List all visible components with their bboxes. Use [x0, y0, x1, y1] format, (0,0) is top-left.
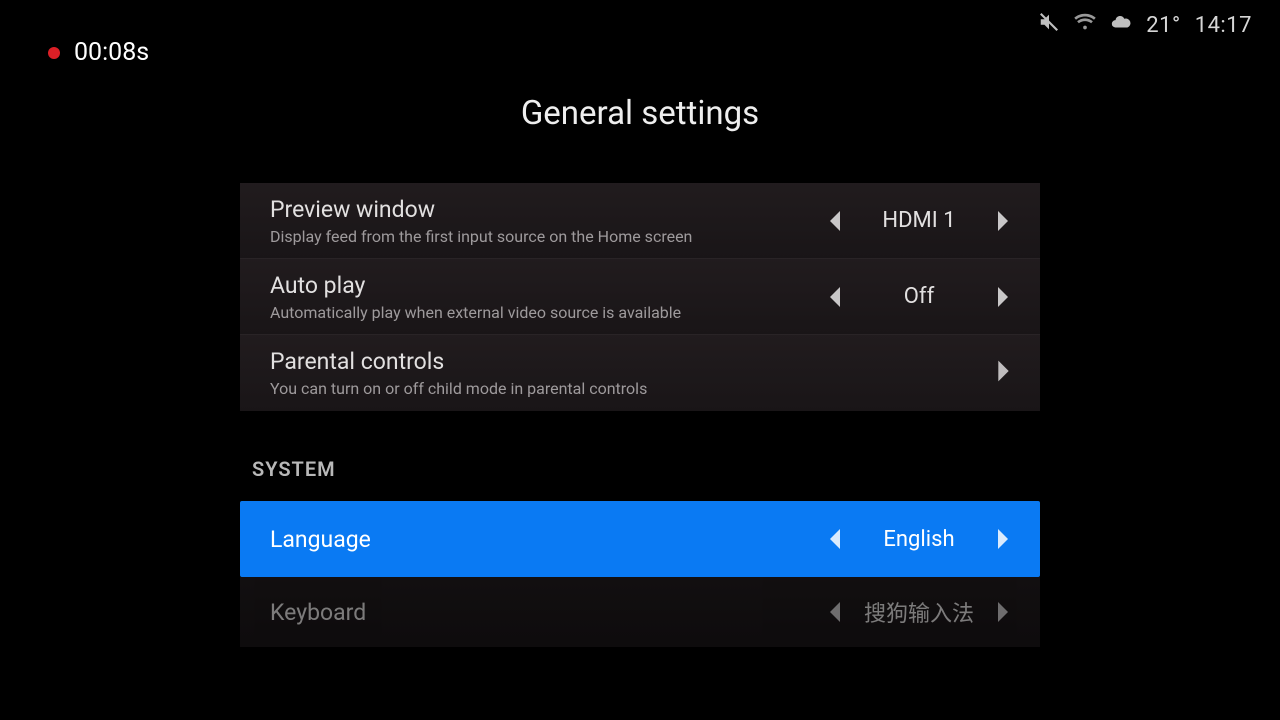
arrow-left-icon[interactable] — [828, 287, 842, 307]
arrow-right-icon[interactable] — [996, 287, 1010, 307]
row-title: Parental controls — [270, 348, 997, 375]
arrow-right-icon[interactable] — [996, 211, 1010, 231]
clock: 14:17 — [1195, 13, 1252, 38]
row-keyboard[interactable]: Keyboard 搜狗输入法 — [240, 577, 1040, 647]
row-auto-play[interactable]: Auto play Automatically play when extern… — [240, 259, 1040, 335]
wifi-icon — [1074, 11, 1096, 39]
page-title: General settings — [0, 94, 1280, 133]
mute-icon — [1038, 11, 1060, 39]
keyboard-value: 搜狗输入法 — [864, 596, 974, 628]
autoplay-value: Off — [864, 284, 974, 309]
chevron-right-icon — [997, 360, 1010, 386]
weather-icon — [1110, 11, 1132, 39]
row-title: Keyboard — [270, 599, 780, 626]
row-desc: Automatically play when external video s… — [270, 303, 780, 322]
arrow-right-icon[interactable] — [996, 529, 1010, 549]
arrow-right-icon[interactable] — [996, 602, 1010, 622]
recording-time: 00:08s — [74, 38, 149, 67]
settings-panel: Preview window Display feed from the fir… — [240, 183, 1040, 647]
recording-indicator: 00:08s — [30, 28, 167, 77]
temperature: 21° — [1146, 13, 1180, 38]
arrow-left-icon[interactable] — [828, 529, 842, 549]
language-value: English — [864, 527, 974, 552]
row-title: Auto play — [270, 272, 780, 299]
section-header-system: SYSTEM — [252, 457, 1040, 481]
preview-value: HDMI 1 — [864, 208, 974, 233]
arrow-left-icon[interactable] — [828, 211, 842, 231]
row-desc: Display feed from the first input source… — [270, 227, 780, 246]
row-title: Language — [270, 526, 780, 553]
arrow-left-icon[interactable] — [828, 602, 842, 622]
status-bar: 21° 14:17 — [0, 0, 1280, 46]
row-desc: You can turn on or off child mode in par… — [270, 379, 997, 398]
row-title: Preview window — [270, 196, 780, 223]
row-language[interactable]: Language English — [240, 501, 1040, 577]
row-parental-controls[interactable]: Parental controls You can turn on or off… — [240, 335, 1040, 411]
record-dot-icon — [48, 47, 60, 59]
row-preview-window[interactable]: Preview window Display feed from the fir… — [240, 183, 1040, 259]
